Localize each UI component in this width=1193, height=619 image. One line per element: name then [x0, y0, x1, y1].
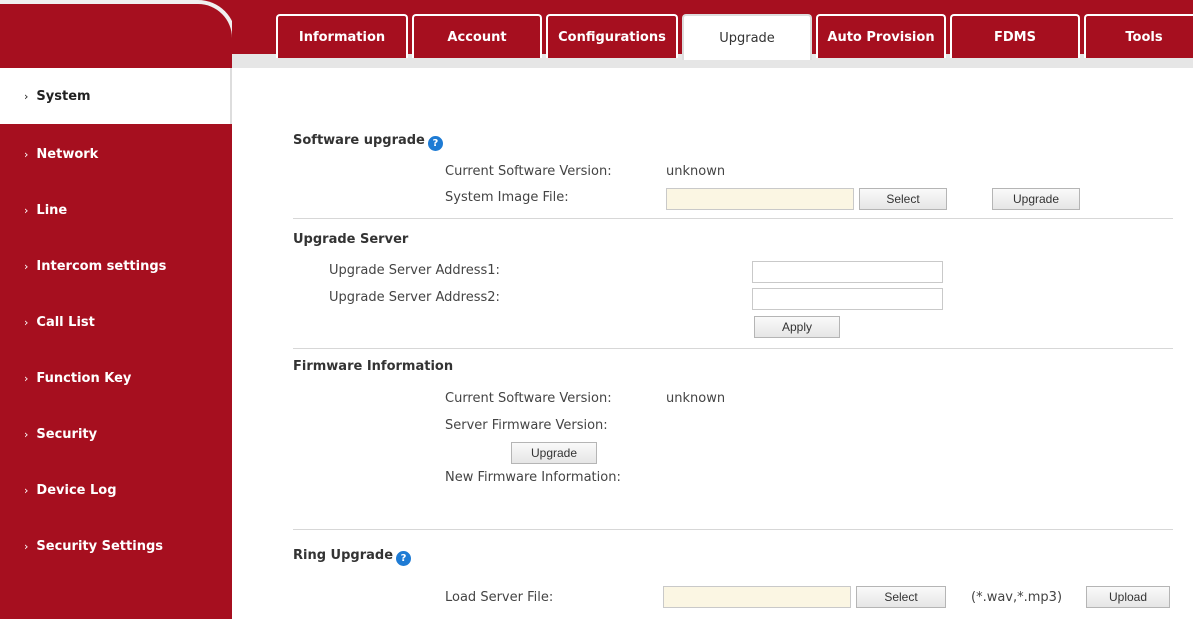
tab-configurations[interactable]: Configurations [546, 14, 678, 58]
chevron-right-icon: › [24, 147, 29, 161]
software-upgrade-title: Software upgrade? [293, 133, 443, 151]
new-firmware-information-label: New Firmware Information: [445, 470, 621, 485]
help-icon[interactable]: ? [427, 136, 443, 151]
sidebar-item-network[interactable]: › Network [0, 126, 232, 182]
divider [293, 218, 1173, 219]
help-icon[interactable]: ? [396, 551, 412, 566]
tab-auto-provision[interactable]: Auto Provision [816, 14, 946, 58]
chevron-right-icon: › [24, 203, 29, 217]
sidebar-item-security-settings[interactable]: › Security Settings [0, 518, 232, 574]
chevron-right-icon: › [24, 539, 29, 553]
tab-tools[interactable]: Tools [1084, 14, 1193, 58]
firmware-current-version-label: Current Software Version: [445, 391, 612, 406]
sidebar-header [0, 0, 236, 68]
server-firmware-version-label: Server Firmware Version: [445, 418, 608, 433]
sidebar-item-label: Call List [36, 314, 95, 330]
sidebar-item-label: Intercom settings [36, 258, 167, 274]
firmware-current-version-value: unknown [666, 391, 726, 406]
divider [293, 348, 1173, 349]
chevron-right-icon: › [24, 259, 29, 273]
current-software-version-value: unknown [666, 164, 726, 179]
sidebar-item-intercom-settings[interactable]: › Intercom settings [0, 238, 232, 294]
chevron-right-icon: › [24, 315, 29, 329]
current-software-version-label: Current Software Version: [445, 164, 612, 179]
system-image-file-label: System Image File: [445, 190, 569, 205]
load-server-file-label: Load Server File: [445, 590, 554, 605]
tab-upgrade[interactable]: Upgrade [682, 14, 812, 60]
sidebar-item-label: Function Key [36, 370, 132, 386]
tab-fdms[interactable]: FDMS [950, 14, 1080, 58]
ring-upgrade-title: Ring Upgrade? [293, 548, 412, 566]
chevron-right-icon: › [24, 89, 29, 103]
sidebar-item-label: Network [36, 146, 99, 162]
upgrade-button[interactable]: Upgrade [992, 188, 1080, 210]
sidebar-item-label: Security Settings [36, 538, 163, 554]
upgrade-server-address1-label: Upgrade Server Address1: [329, 263, 500, 278]
chevron-right-icon: › [24, 371, 29, 385]
sidebar-item-label: Security [36, 426, 98, 442]
ring-upload-button[interactable]: Upload [1086, 586, 1170, 608]
upgrade-server-address2-label: Upgrade Server Address2: [329, 290, 500, 305]
firmware-information-title: Firmware Information [293, 359, 454, 374]
sidebar-item-device-log[interactable]: › Device Log [0, 462, 232, 518]
sidebar-item-label: Line [36, 202, 68, 218]
upgrade-server-title: Upgrade Server [293, 232, 409, 247]
tab-information[interactable]: Information [276, 14, 408, 58]
sidebar-item-security[interactable]: › Security [0, 406, 232, 462]
sidebar-item-call-list[interactable]: › Call List [0, 294, 232, 350]
apply-button[interactable]: Apply [754, 316, 840, 338]
ring-select-button[interactable]: Select [856, 586, 946, 608]
firmware-upgrade-button[interactable]: Upgrade [511, 442, 597, 464]
sidebar-item-line[interactable]: › Line [0, 182, 232, 238]
ring-file-formats: (*.wav,*.mp3) [971, 590, 1063, 605]
ring-file-field[interactable] [663, 586, 851, 608]
main-content: Software upgrade? Current Software Versi… [232, 68, 1193, 619]
sidebar-item-label: Device Log [36, 482, 117, 498]
upgrade-server-address1-input[interactable] [752, 261, 943, 283]
sidebar-item-label: System [36, 88, 91, 104]
tab-account[interactable]: Account [412, 14, 542, 58]
chevron-right-icon: › [24, 427, 29, 441]
sidebar-item-function-key[interactable]: › Function Key [0, 350, 232, 406]
divider [293, 529, 1173, 530]
select-file-button[interactable]: Select [859, 188, 947, 210]
sidebar-item-system[interactable]: › System [0, 68, 232, 124]
chevron-right-icon: › [24, 483, 29, 497]
upgrade-server-address2-input[interactable] [752, 288, 943, 310]
system-image-file-field[interactable] [666, 188, 854, 210]
